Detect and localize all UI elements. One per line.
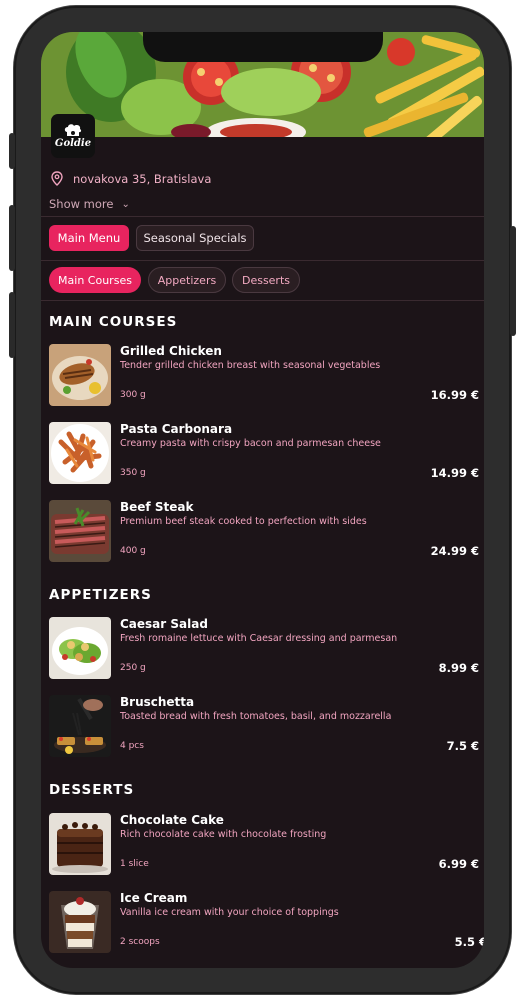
menu-item[interactable]: Caesar Salad Fresh romaine lettuce with … [49,617,479,681]
chevron-down-icon: ⌄ [121,198,130,210]
item-description: Premium beef steak cooked to perfection … [120,516,367,527]
item-image-chocolate-cake [49,813,111,875]
item-description: Creamy pasta with crispy bacon and parme… [120,438,381,449]
section-title-appetizers: APPETIZERS [49,587,152,603]
category-desserts[interactable]: Desserts [232,267,300,293]
chef-hat-icon [64,124,82,136]
app-screen: Goldie novakova 35, Bratislava Show more… [41,32,484,968]
item-description: Rich chocolate cake with chocolate frost… [120,829,327,840]
item-price: 16.99 € [430,388,479,402]
item-quantity: 300 g [120,390,146,400]
menu-item[interactable]: Grilled Chicken Tender grilled chicken b… [49,344,479,408]
show-more-button[interactable]: Show more ⌄ [49,197,130,211]
phone-power-button [510,226,516,336]
phone-notch [143,32,383,62]
item-price: 7.5 € [446,739,479,753]
item-quantity: 2 scoops [120,937,160,947]
section-title-desserts: DESSERTS [49,782,135,798]
show-more-label: Show more [49,197,114,211]
category-appetizers-label: Appetizers [157,273,217,287]
item-quantity: 1 slice [120,859,149,869]
tab-main-menu-label: Main Menu [57,231,121,245]
item-price: 5.5 € [454,935,484,949]
divider [41,260,484,261]
item-image-caesar-salad [49,617,111,679]
menu-item[interactable]: Ice Cream Vanilla ice cream with your ch… [49,891,484,955]
item-image-bruschetta [49,695,111,757]
item-quantity: 400 g [120,546,146,556]
item-price: 14.99 € [430,466,479,480]
item-quantity: 250 g [120,663,146,673]
phone-volume-up [9,205,15,271]
item-description: Vanilla ice cream with your choice of to… [120,907,339,918]
menu-item[interactable]: Pasta Carbonara Creamy pasta with crispy… [49,422,479,486]
item-image-beef-steak [49,500,111,562]
menu-item[interactable]: Beef Steak Premium beef steak cooked to … [49,500,479,564]
item-description: Tender grilled chicken breast with seaso… [120,360,381,371]
phone-mute-switch [9,133,15,169]
category-main-courses-label: Main Courses [58,273,132,287]
restaurant-logo: Goldie [51,114,95,158]
item-image-ice-cream [49,891,111,953]
item-name: Pasta Carbonara [120,422,233,436]
item-description: Fresh romaine lettuce with Caesar dressi… [120,633,398,644]
item-name: Ice Cream [120,891,188,905]
category-desserts-label: Desserts [241,273,291,287]
item-price: 24.99 € [430,544,479,558]
tab-seasonal-specials-label: Seasonal Specials [143,231,247,245]
menu-item[interactable]: Chocolate Cake Rich chocolate cake with … [49,813,479,877]
phone-volume-down [9,292,15,358]
item-name: Chocolate Cake [120,813,224,827]
item-quantity: 350 g [120,468,146,478]
location-pin-icon [51,171,63,186]
section-title-main-courses: MAIN COURSES [49,314,178,330]
item-price: 8.99 € [438,661,479,675]
divider [41,216,484,217]
item-price: 6.99 € [438,857,479,871]
tab-seasonal-specials[interactable]: Seasonal Specials [136,225,254,251]
item-image-pasta-carbonara [49,422,111,484]
tab-main-menu[interactable]: Main Menu [49,225,129,251]
divider [41,300,484,301]
item-description: Toasted bread with fresh tomatoes, basil… [120,711,392,722]
item-name: Caesar Salad [120,617,208,631]
menu-item[interactable]: Bruschetta Toasted bread with fresh toma… [49,695,479,759]
category-appetizers[interactable]: Appetizers [148,267,226,293]
logo-text: Goldie [54,138,92,149]
address-text: novakova 35, Bratislava [73,171,212,186]
category-main-courses[interactable]: Main Courses [49,267,141,293]
item-name: Grilled Chicken [120,344,222,358]
item-name: Bruschetta [120,695,195,709]
item-quantity: 4 pcs [120,741,144,751]
restaurant-address[interactable]: novakova 35, Bratislava [51,171,211,186]
item-image-grilled-chicken [49,344,111,406]
item-name: Beef Steak [120,500,194,514]
